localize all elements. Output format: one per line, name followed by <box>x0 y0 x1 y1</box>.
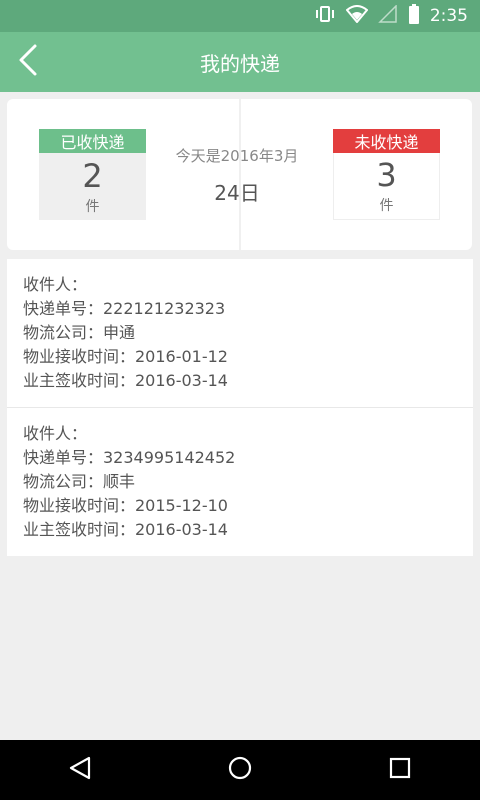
unreceived-count: 3 <box>376 156 397 194</box>
received-label: 已收快递 <box>39 129 146 153</box>
unreceived-packages-box[interactable]: 未收快递 3 件 <box>333 129 440 220</box>
app-bar: 我的快递 <box>0 32 480 92</box>
nav-back-icon <box>67 755 93 785</box>
unreceived-unit: 件 <box>379 198 394 214</box>
list-item[interactable]: 收件人： 快递单号：222121232323 物流公司：申通 物业接收时间：20… <box>7 259 473 407</box>
today-label: 今天是2016年3月 <box>175 147 299 165</box>
package-list: 收件人： 快递单号：222121232323 物流公司：申通 物业接收时间：20… <box>7 259 473 556</box>
owner-signed-time: 业主签收时间：2016-03-14 <box>23 371 228 390</box>
property-received-time: 物业接收时间：2015-12-10 <box>23 496 228 515</box>
nav-recents-icon <box>388 756 412 784</box>
today-day: 24日 <box>214 181 260 205</box>
received-packages-box[interactable]: 已收快递 2 件 <box>39 129 146 220</box>
status-time: 2:35 <box>429 6 468 26</box>
tracking-number: 快递单号：222121232323 <box>23 299 226 318</box>
nav-recents-button[interactable] <box>370 740 430 800</box>
back-arrow-icon <box>17 43 39 81</box>
status-bar: 2:35 <box>0 0 480 32</box>
system-nav-bar <box>0 740 480 800</box>
property-received-time: 物业接收时间：2016-01-12 <box>23 347 228 366</box>
nav-back-button[interactable] <box>50 740 110 800</box>
vibrate-icon <box>314 5 336 27</box>
battery-icon <box>408 4 420 28</box>
unreceived-label: 未收快递 <box>333 129 440 153</box>
summary-divider <box>239 99 241 250</box>
summary-card: 已收快递 2 件 今天是2016年3月 24日 未收快递 3 件 <box>7 99 472 250</box>
recipient: 收件人： <box>23 275 88 294</box>
page-title: 我的快递 <box>200 51 280 76</box>
list-item[interactable]: 收件人： 快递单号：3234995142452 物流公司：顺丰 物业接收时间：2… <box>7 407 473 555</box>
owner-signed-time: 业主签收时间：2016-03-14 <box>23 520 228 539</box>
nav-home-button[interactable] <box>210 740 270 800</box>
wifi-icon <box>345 5 369 27</box>
received-count: 2 <box>82 156 103 195</box>
back-button[interactable] <box>8 42 48 82</box>
courier-company: 物流公司：顺丰 <box>23 472 136 491</box>
received-unit: 件 <box>85 198 100 215</box>
nav-home-icon <box>227 755 253 785</box>
signal-icon <box>378 4 398 27</box>
tracking-number: 快递单号：3234995142452 <box>23 448 236 467</box>
recipient: 收件人： <box>23 424 88 443</box>
courier-company: 物流公司：申通 <box>23 323 136 342</box>
